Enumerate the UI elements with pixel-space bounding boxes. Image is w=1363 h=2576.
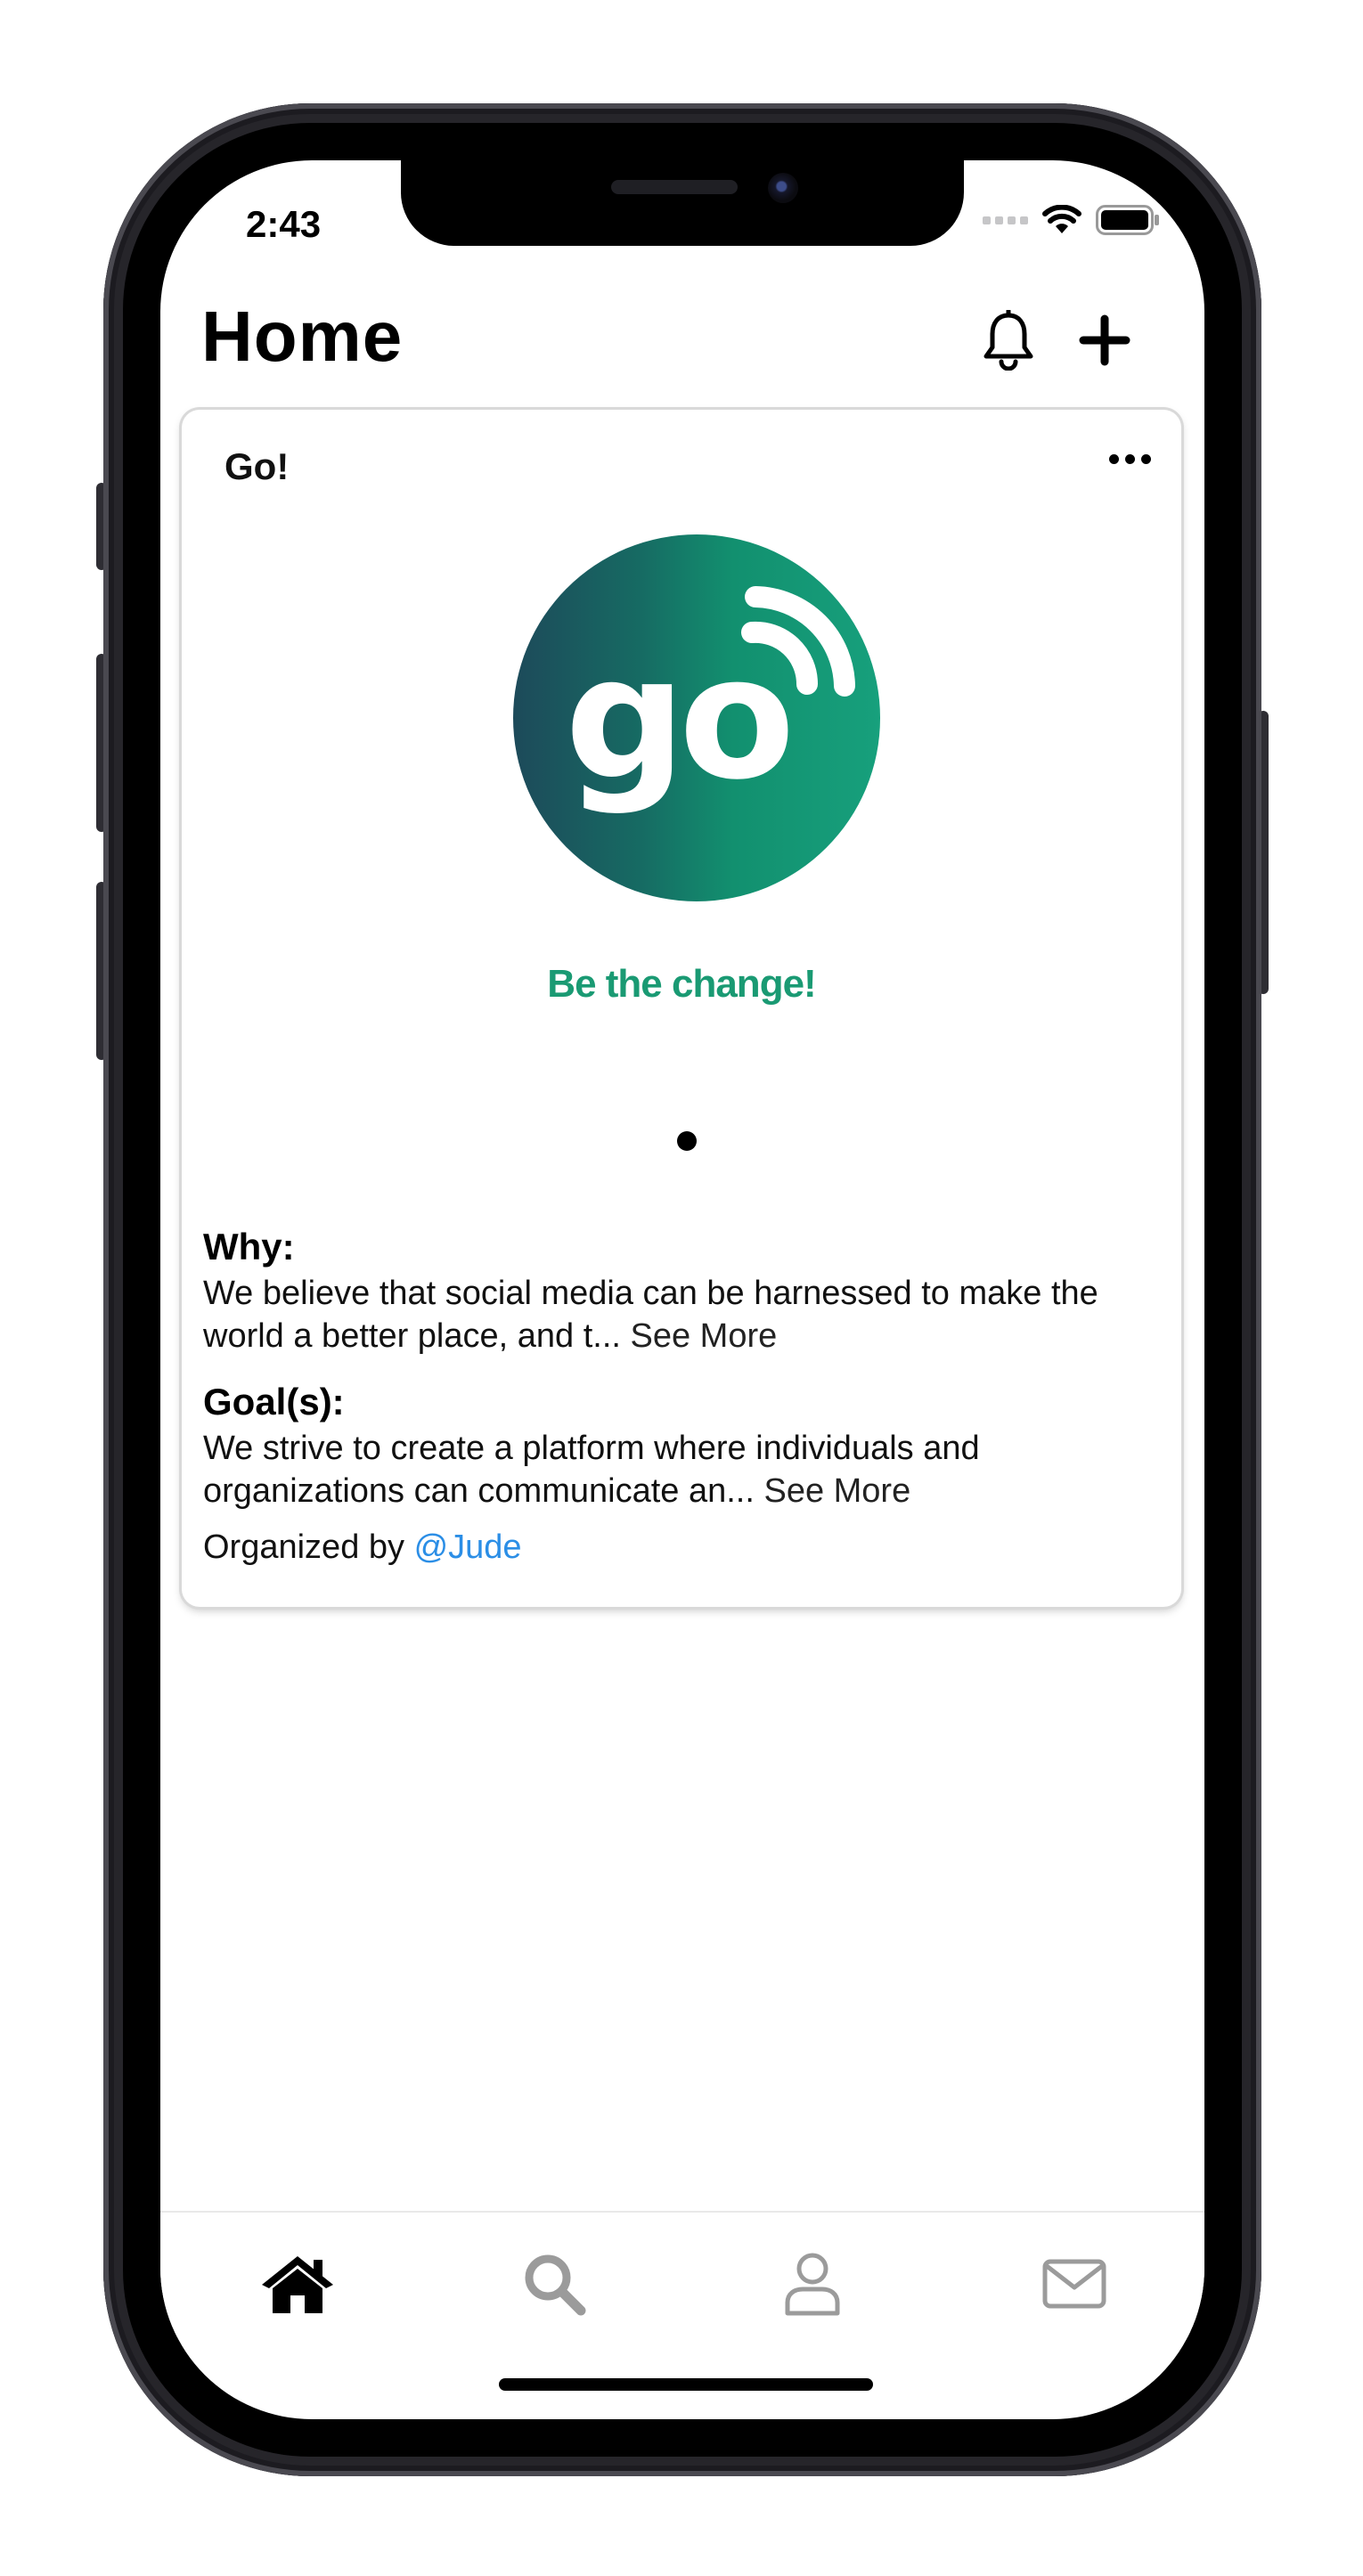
status-time: 2:43 [246,203,322,245]
home-icon [262,2256,333,2313]
organizer-line: Organized by @Jude [203,1528,522,1567]
tab-home[interactable] [260,2246,335,2321]
goals-label: Goal(s): [203,1381,345,1423]
organizer-prefix: Organized by [203,1528,405,1566]
event-card[interactable]: Go! go Be the change! Why: We believe th… [182,410,1181,1607]
goals-see-more-link[interactable]: See More [763,1472,910,1510]
page-title: Home [201,297,404,376]
tab-search[interactable] [517,2246,592,2321]
battery-icon [1096,205,1159,235]
tab-messages[interactable] [1037,2246,1112,2321]
add-button[interactable] [1069,305,1140,376]
profile-icon [785,2253,840,2316]
carousel-page-indicator [677,1131,697,1151]
tab-bar [160,2211,1204,2337]
notifications-button[interactable] [973,305,1044,376]
wifi-icon [1042,205,1081,233]
device-notch [401,160,964,246]
home-indicator[interactable] [499,2378,873,2391]
logo-tagline: Be the change! [547,962,816,1006]
app-screen: 2:43 Home Go! go Be the change! Why: We … [160,160,1204,2419]
card-title: Go! [224,445,290,487]
ellipsis-icon[interactable] [1109,454,1151,464]
front-camera [768,173,798,203]
plus-icon [1079,314,1130,366]
goals-text: We strive to create a platform where ind… [203,1427,1156,1512]
why-see-more-link[interactable]: See More [631,1317,778,1355]
bell-icon [983,310,1033,371]
search-icon [525,2254,586,2316]
speaker-grille [611,180,738,194]
event-logo-image[interactable]: go [513,534,880,901]
tab-profile[interactable] [775,2246,850,2321]
status-icons [983,205,1160,235]
organizer-handle-link[interactable]: @Jude [414,1528,522,1566]
logo-circle: go [513,534,880,901]
mail-icon [1042,2259,1106,2309]
why-text: We believe that social media can be harn… [203,1272,1156,1357]
why-label: Why: [203,1226,295,1268]
cellular-signal-icon [983,216,1028,224]
signal-waves-icon [741,586,855,697]
